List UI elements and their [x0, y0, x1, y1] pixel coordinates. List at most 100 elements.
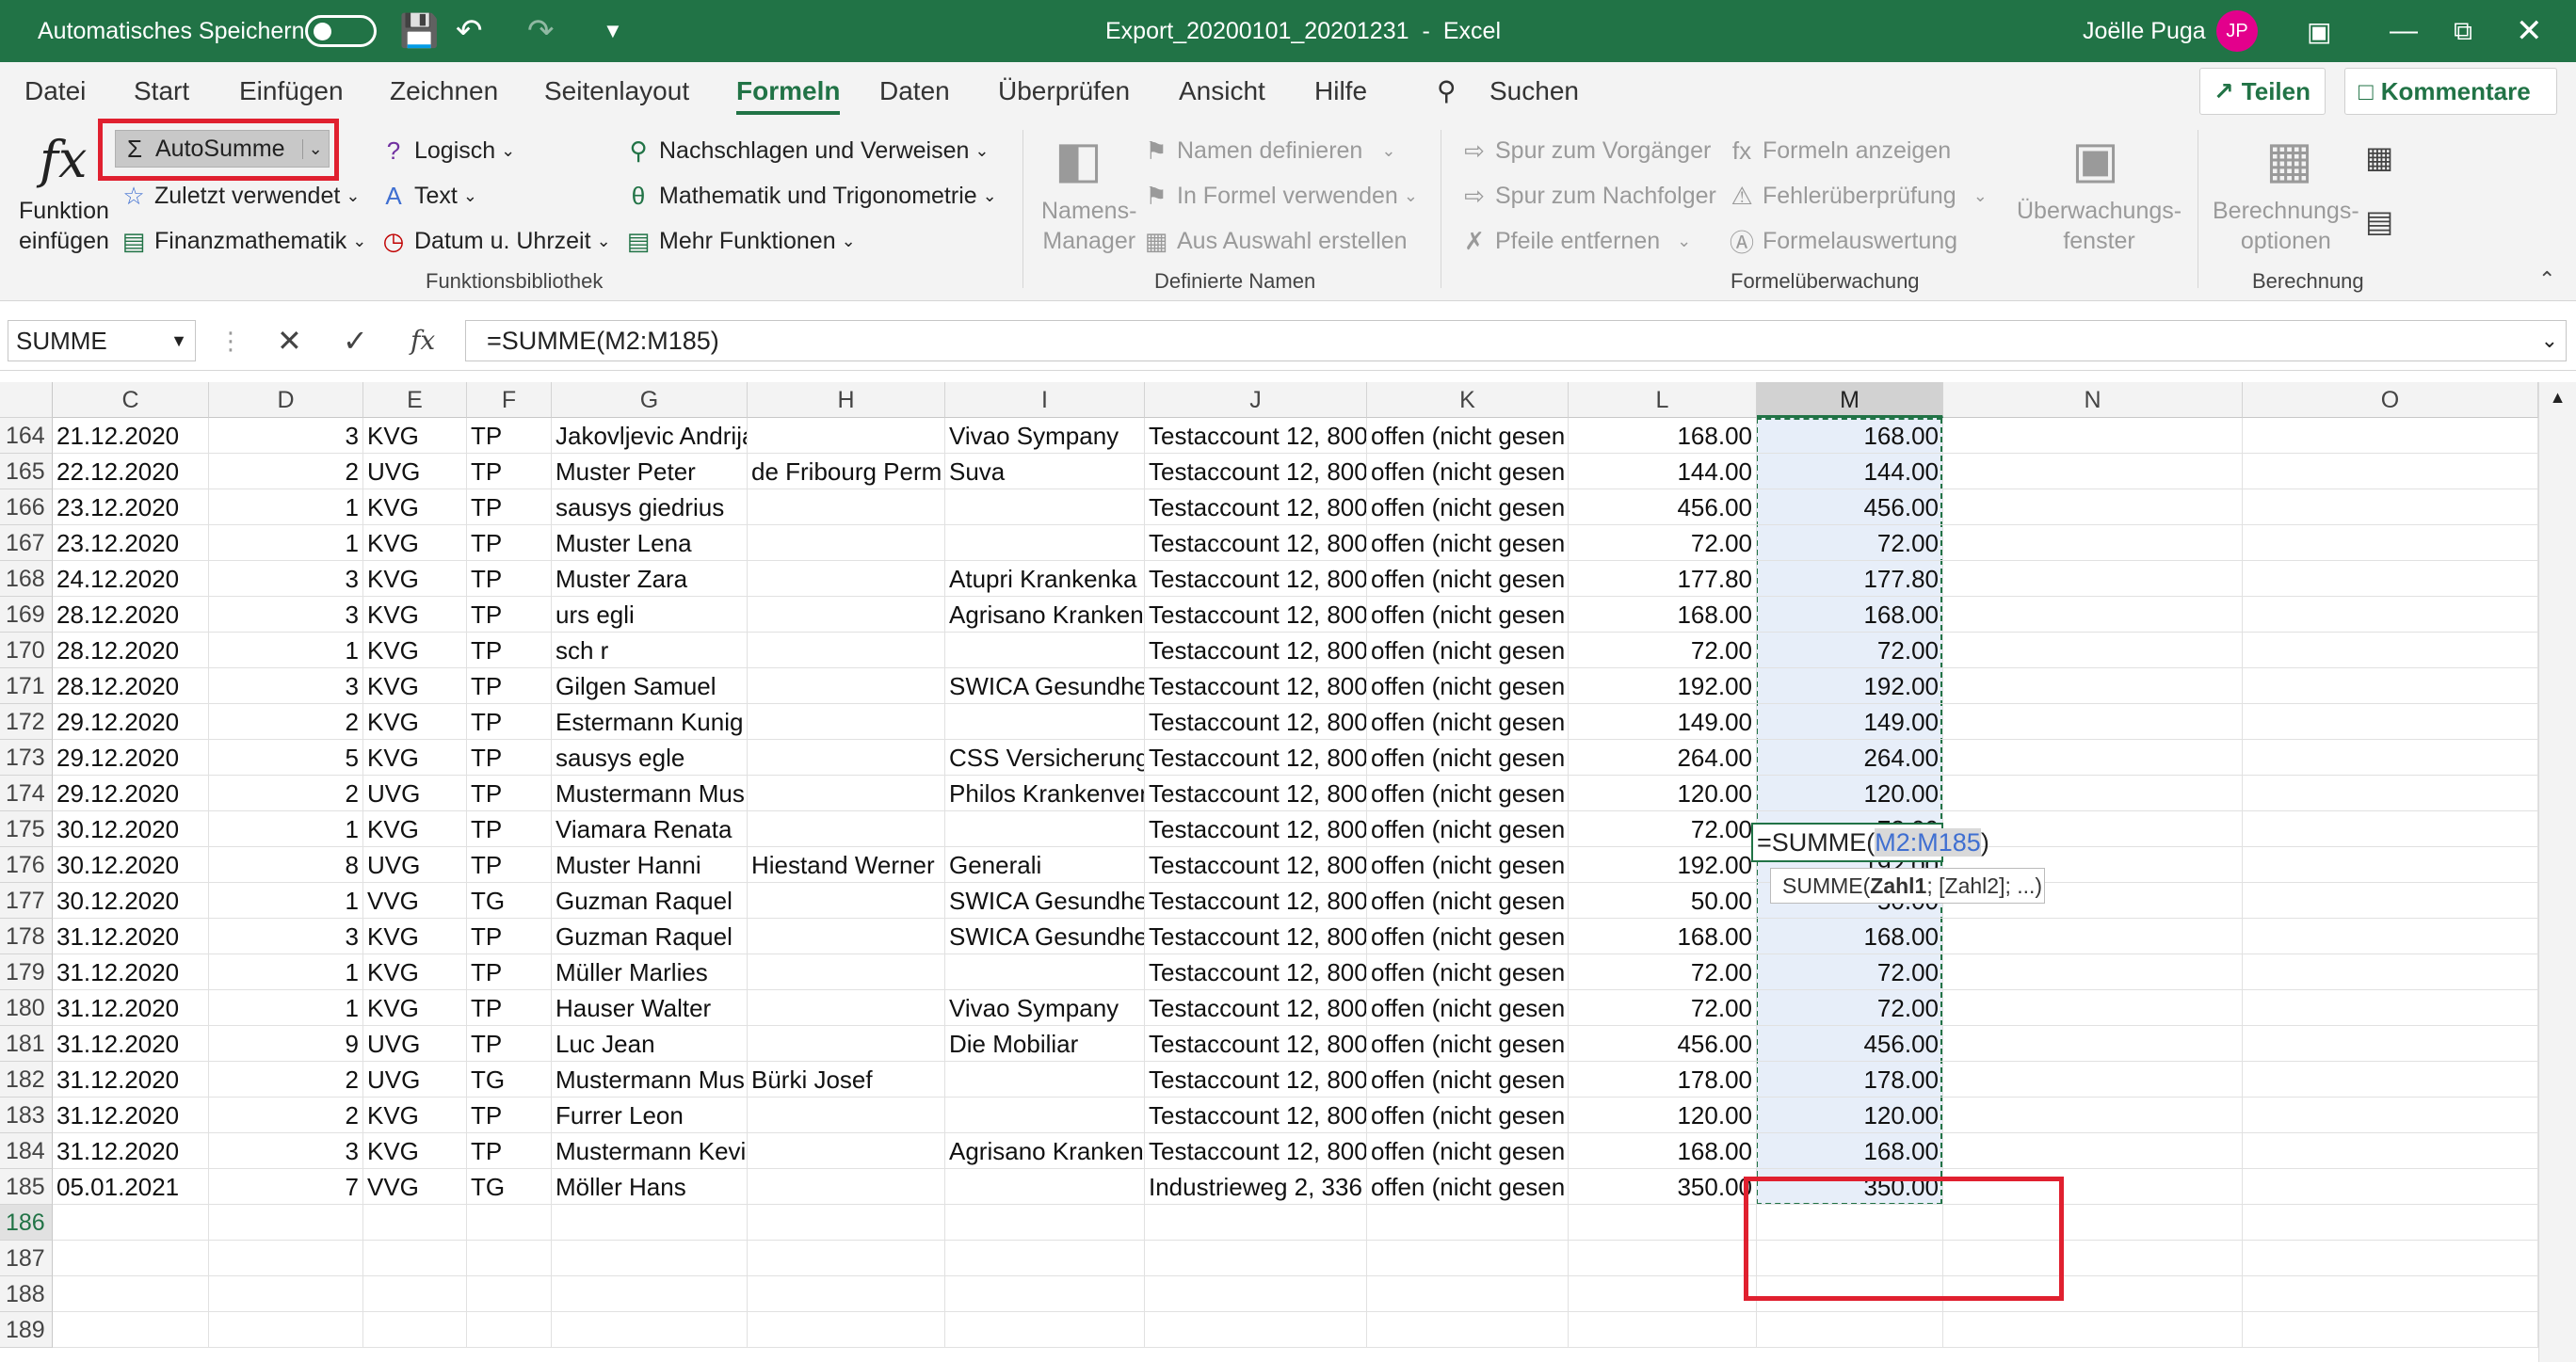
cell-h[interactable] [748, 1276, 945, 1312]
column-header-m[interactable]: M [1757, 382, 1943, 418]
tab-ueberpruefen[interactable]: Überprüfen [998, 62, 1130, 120]
cell-d[interactable] [209, 1312, 363, 1348]
cell-h[interactable] [748, 561, 945, 597]
cell-h[interactable] [748, 776, 945, 811]
cell-j[interactable]: Testaccount 12, 800 [1145, 489, 1367, 525]
cell-c[interactable]: 22.12.2020 [53, 454, 209, 489]
calc-options-button[interactable]: Berechnungs- optionen [2213, 196, 2359, 256]
cell-d[interactable]: 3 [209, 597, 363, 633]
cell-k[interactable]: offen (nicht gesen [1367, 454, 1569, 489]
cell-m[interactable]: 456.00 [1757, 1026, 1943, 1062]
cell-l[interactable]: 177.80 [1569, 561, 1757, 597]
cell-f[interactable]: TP [467, 776, 552, 811]
cell-o[interactable] [2243, 633, 2538, 668]
cell-c[interactable] [53, 1312, 209, 1348]
cell-e[interactable]: KVG [363, 954, 467, 990]
cell-k[interactable]: offen (nicht gesen [1367, 1169, 1569, 1205]
cell-c[interactable]: 31.12.2020 [53, 954, 209, 990]
column-header-i[interactable]: I [945, 382, 1145, 418]
redo-icon[interactable]: ↷ [527, 0, 555, 62]
cell-l[interactable]: 168.00 [1569, 418, 1757, 454]
cell-f[interactable]: TP [467, 990, 552, 1026]
minimize-icon[interactable]: — [2390, 0, 2418, 62]
row-header[interactable]: 187 [0, 1241, 53, 1276]
tab-formeln[interactable]: Formeln [736, 62, 841, 120]
column-header-n[interactable]: N [1943, 382, 2243, 418]
cell-h[interactable] [748, 1133, 945, 1169]
name-box[interactable]: SUMME ▼ [8, 320, 196, 361]
column-header-k[interactable]: K [1367, 382, 1569, 418]
cell-f[interactable]: TG [467, 1062, 552, 1098]
cell-k[interactable]: offen (nicht gesen [1367, 919, 1569, 954]
cell-g[interactable] [552, 1241, 748, 1276]
cell-k[interactable]: offen (nicht gesen [1367, 418, 1569, 454]
cell-c[interactable]: 30.12.2020 [53, 847, 209, 883]
cell-l[interactable]: 72.00 [1569, 525, 1757, 561]
cell-n[interactable] [1943, 597, 2243, 633]
cell-o[interactable] [2243, 454, 2538, 489]
cell-m[interactable]: 264.00 [1757, 740, 1943, 776]
cell-m[interactable]: 120.00 [1757, 1098, 1943, 1133]
cell-e[interactable]: UVG [363, 847, 467, 883]
cell-h[interactable] [748, 489, 945, 525]
watch-window-button[interactable]: Überwachungs- fenster [2017, 196, 2182, 256]
cell-j[interactable]: Testaccount 12, 800 [1145, 1133, 1367, 1169]
cell-o[interactable] [2243, 1312, 2538, 1348]
cell-c[interactable]: 31.12.2020 [53, 990, 209, 1026]
cell-o[interactable] [2243, 1098, 2538, 1133]
cell-e[interactable]: KVG [363, 704, 467, 740]
row-header[interactable]: 177 [0, 883, 53, 919]
cell-g[interactable]: Guzman Raquel [552, 919, 748, 954]
cell-o[interactable] [2243, 1241, 2538, 1276]
cell-k[interactable]: offen (nicht gesen [1367, 633, 1569, 668]
cell-h[interactable] [748, 1026, 945, 1062]
cell-j[interactable]: Testaccount 12, 800 [1145, 561, 1367, 597]
cell-h[interactable] [748, 883, 945, 919]
cell-i[interactable] [945, 1205, 1145, 1241]
column-header-h[interactable]: H [748, 382, 945, 418]
row-header[interactable]: 183 [0, 1098, 53, 1133]
cell-l[interactable]: 72.00 [1569, 954, 1757, 990]
cell-l[interactable]: 168.00 [1569, 597, 1757, 633]
cell-h[interactable] [748, 1205, 945, 1241]
cell-d[interactable]: 3 [209, 919, 363, 954]
cell-e[interactable] [363, 1276, 467, 1312]
cell-j[interactable]: Testaccount 12, 800 [1145, 847, 1367, 883]
cell-j[interactable] [1145, 1241, 1367, 1276]
cell-d[interactable]: 1 [209, 990, 363, 1026]
cell-n[interactable] [1943, 740, 2243, 776]
cell-i[interactable]: Agrisano Kranken [945, 1133, 1145, 1169]
cell-e[interactable]: UVG [363, 1026, 467, 1062]
cell-i[interactable]: Vivao Sympany [945, 418, 1145, 454]
search-box[interactable]: Suchen [1489, 62, 1579, 120]
cell-n[interactable] [1943, 561, 2243, 597]
cell-n[interactable] [1943, 919, 2243, 954]
cell-g[interactable] [552, 1276, 748, 1312]
cell-c[interactable]: 31.12.2020 [53, 1133, 209, 1169]
cell-f[interactable] [467, 1205, 552, 1241]
cell-n[interactable] [1943, 954, 2243, 990]
cell-g[interactable]: Viamara Renata [552, 811, 748, 847]
cell-o[interactable] [2243, 668, 2538, 704]
calculate-now-icon[interactable]: ▦ [2365, 139, 2393, 175]
tab-datei[interactable]: Datei [24, 62, 86, 120]
cell-e[interactable]: KVG [363, 561, 467, 597]
cell-i[interactable] [945, 1062, 1145, 1098]
cell-l[interactable] [1569, 1205, 1757, 1241]
cell-i[interactable] [945, 704, 1145, 740]
tab-zeichnen[interactable]: Zeichnen [390, 62, 498, 120]
expand-icon[interactable]: ⌄ [2541, 321, 2558, 361]
cell-l[interactable] [1569, 1241, 1757, 1276]
cell-m[interactable]: 192.00 [1757, 668, 1943, 704]
cell-d[interactable]: 1 [209, 883, 363, 919]
cell-d[interactable]: 1 [209, 954, 363, 990]
row-header[interactable]: 176 [0, 847, 53, 883]
enter-icon[interactable]: ✓ [343, 320, 368, 361]
recent-button[interactable]: ☆ Zuletzt verwendet ⌄ [121, 177, 360, 215]
cancel-icon[interactable]: ✕ [277, 320, 302, 361]
cell-e[interactable]: KVG [363, 489, 467, 525]
financial-button[interactable]: ▤ Finanzmathematik ⌄ [121, 222, 367, 260]
row-header[interactable]: 168 [0, 561, 53, 597]
cell-o[interactable] [2243, 1169, 2538, 1205]
row-header[interactable]: 174 [0, 776, 53, 811]
